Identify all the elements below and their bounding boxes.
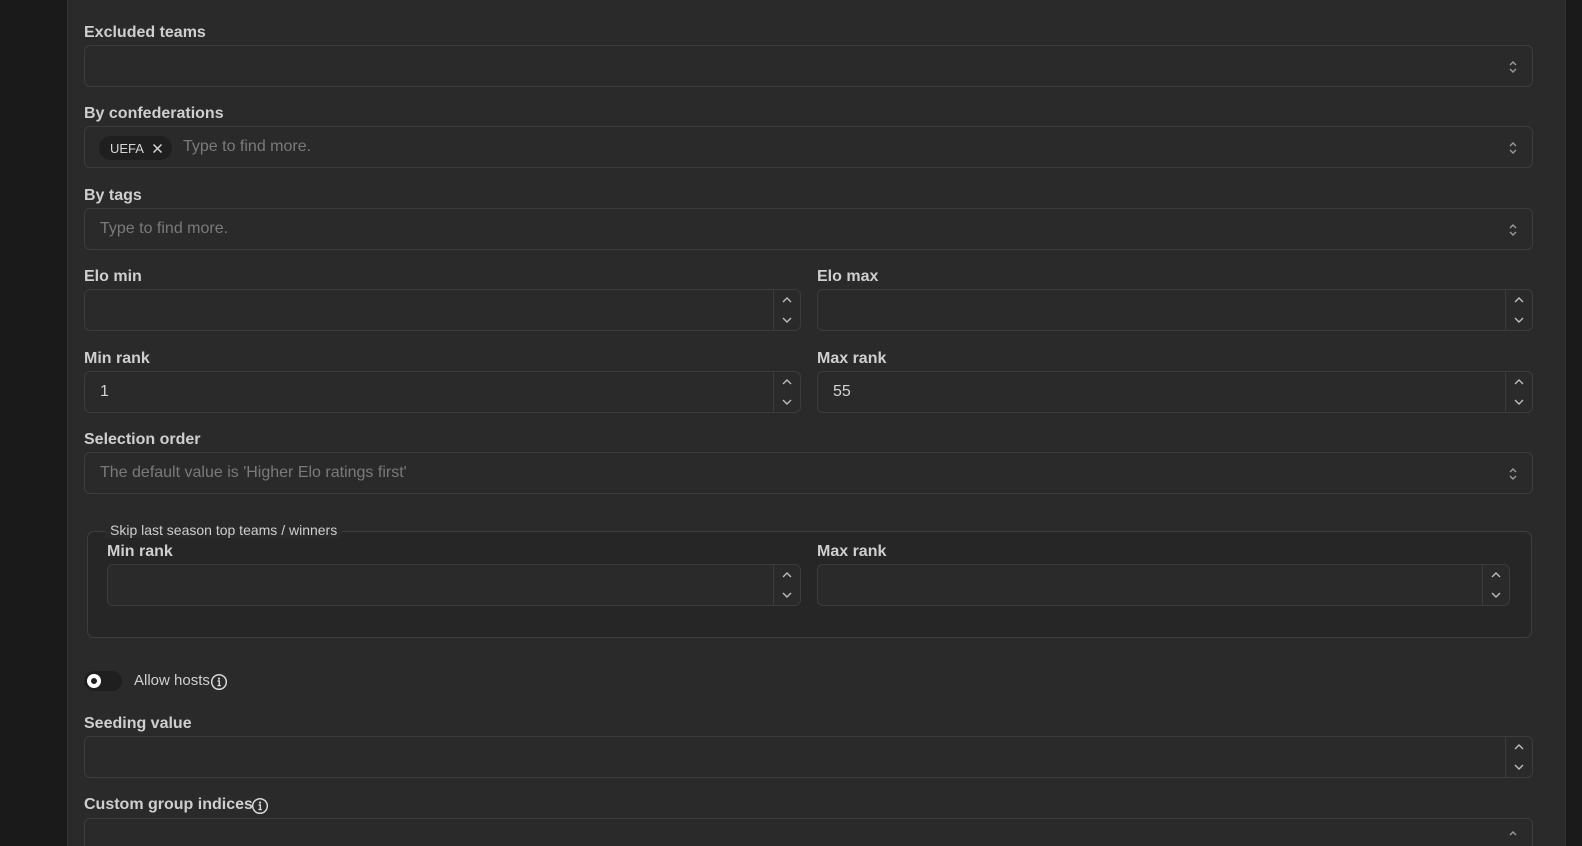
chevron-up-icon bbox=[1514, 379, 1524, 385]
chevron-down-icon bbox=[1514, 399, 1524, 405]
chevron-down-icon bbox=[1514, 317, 1524, 323]
decrement-button[interactable] bbox=[1483, 585, 1509, 605]
min-rank-input[interactable]: 1 bbox=[84, 371, 801, 413]
max-rank-input[interactable]: 55 bbox=[817, 371, 1533, 413]
chevron-up-icon bbox=[1514, 297, 1524, 303]
selection-order-placeholder: The default value is 'Higher Elo ratings… bbox=[100, 464, 407, 481]
elo-min-input[interactable] bbox=[84, 289, 801, 331]
chevron-up-icon bbox=[782, 297, 792, 303]
decrement-button[interactable] bbox=[1506, 310, 1532, 330]
info-icon[interactable] bbox=[210, 673, 228, 691]
skip-last-season-legend: Skip last season top teams / winners bbox=[105, 522, 343, 538]
chevron-up-icon bbox=[1509, 831, 1517, 836]
chevron-up-icon bbox=[782, 379, 792, 385]
excluded-teams-select[interactable] bbox=[84, 45, 1533, 87]
by-tags-select[interactable]: Type to find more. bbox=[84, 208, 1533, 250]
selection-order-label: Selection order bbox=[84, 431, 201, 448]
excluded-teams-label: Excluded teams bbox=[84, 24, 206, 41]
increment-button[interactable] bbox=[774, 290, 800, 310]
min-rank-stepper bbox=[773, 372, 800, 412]
max-rank-value: 55 bbox=[833, 383, 851, 400]
min-rank-label: Min rank bbox=[84, 350, 150, 367]
select-chevron-icon bbox=[1509, 142, 1517, 154]
select-chevron-icon bbox=[1509, 224, 1517, 236]
allow-hosts-label: Allow hosts bbox=[134, 672, 210, 689]
skip-min-rank-label: Min rank bbox=[107, 543, 173, 560]
decrement-button[interactable] bbox=[774, 585, 800, 605]
custom-group-indices-select[interactable] bbox=[84, 818, 1533, 846]
elo-max-label: Elo max bbox=[817, 268, 879, 285]
by-confederations-select[interactable]: UEFA Type to find more. bbox=[84, 126, 1533, 168]
elo-max-stepper bbox=[1505, 290, 1532, 330]
seeding-value-stepper bbox=[1505, 737, 1532, 777]
skip-min-rank-stepper bbox=[773, 565, 800, 605]
increment-button[interactable] bbox=[1506, 737, 1532, 757]
skip-max-rank-input[interactable] bbox=[817, 564, 1510, 606]
decrement-button[interactable] bbox=[1506, 757, 1532, 777]
chevron-down-icon bbox=[782, 592, 792, 598]
increment-button[interactable] bbox=[774, 372, 800, 392]
elo-min-stepper bbox=[773, 290, 800, 330]
close-icon[interactable] bbox=[152, 142, 164, 154]
increment-button[interactable] bbox=[1483, 565, 1509, 585]
info-icon[interactable] bbox=[251, 797, 269, 815]
seeding-value-input[interactable] bbox=[84, 736, 1533, 778]
confederation-chip: UEFA bbox=[99, 136, 172, 160]
chevron-up-icon bbox=[782, 572, 792, 578]
by-confederations-label: By confederations bbox=[84, 105, 224, 122]
chevron-down-icon bbox=[782, 317, 792, 323]
increment-button[interactable] bbox=[1506, 372, 1532, 392]
select-chevron-icon bbox=[1509, 468, 1517, 480]
chevron-down-icon bbox=[1491, 592, 1501, 598]
allow-hosts-toggle[interactable] bbox=[84, 671, 122, 691]
decrement-button[interactable] bbox=[1506, 392, 1532, 412]
skip-min-rank-input[interactable] bbox=[107, 564, 801, 606]
elo-min-label: Elo min bbox=[84, 268, 142, 285]
seeding-value-label: Seeding value bbox=[84, 715, 192, 732]
skip-max-rank-stepper bbox=[1482, 565, 1509, 605]
tags-search-placeholder[interactable]: Type to find more. bbox=[100, 220, 228, 238]
increment-button[interactable] bbox=[774, 565, 800, 585]
max-rank-label: Max rank bbox=[817, 350, 887, 367]
decrement-button[interactable] bbox=[774, 310, 800, 330]
confederations-search-placeholder[interactable]: Type to find more. bbox=[183, 138, 311, 156]
chip-label: UEFA bbox=[110, 140, 144, 156]
by-tags-label: By tags bbox=[84, 187, 142, 204]
decrement-button[interactable] bbox=[774, 392, 800, 412]
chevron-down-icon bbox=[782, 399, 792, 405]
custom-group-indices-label: Custom group indices bbox=[84, 796, 253, 813]
selection-order-select[interactable]: The default value is 'Higher Elo ratings… bbox=[84, 452, 1533, 494]
skip-max-rank-label: Max rank bbox=[817, 543, 887, 560]
toggle-knob bbox=[87, 674, 101, 688]
min-rank-value: 1 bbox=[100, 383, 109, 400]
chevron-up-icon bbox=[1514, 744, 1524, 750]
max-rank-stepper bbox=[1505, 372, 1532, 412]
chevron-down-icon bbox=[1514, 764, 1524, 770]
increment-button[interactable] bbox=[1506, 290, 1532, 310]
select-chevron-icon bbox=[1509, 61, 1517, 73]
elo-max-input[interactable] bbox=[817, 289, 1533, 331]
chevron-up-icon bbox=[1491, 572, 1501, 578]
